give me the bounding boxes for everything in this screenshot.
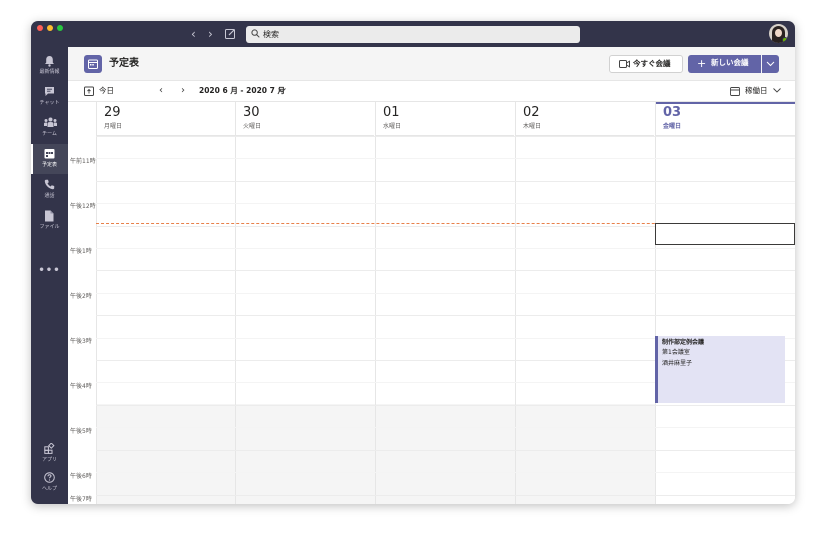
time-label: 午前11時: [70, 158, 96, 165]
calendar-event[interactable]: 制作部定例会議 第1会議室 酒井麻里子: [655, 336, 785, 403]
event-location: 第1会議室: [662, 349, 690, 356]
rail-item-files[interactable]: ファイル: [31, 206, 68, 236]
date-range-picker[interactable]: 2020 6 月 - 2020 7 月: [199, 85, 285, 97]
previous-week-button[interactable]: ‹: [159, 84, 163, 98]
compose-icon[interactable]: [225, 28, 236, 39]
day-column[interactable]: [515, 136, 654, 504]
time-label: 午後5時: [70, 428, 92, 435]
day-header-today[interactable]: 03 金曜日: [655, 102, 795, 136]
calendar-icon: [44, 149, 55, 159]
rail-item-activity[interactable]: 最新情報: [31, 51, 68, 81]
day-header[interactable]: 01 水曜日: [375, 102, 514, 136]
next-week-button[interactable]: ›: [181, 84, 185, 98]
day-column[interactable]: [235, 136, 374, 504]
time-label: 午後6時: [70, 473, 92, 480]
rail-item-chat[interactable]: チャット: [31, 82, 68, 112]
day-column[interactable]: [96, 136, 235, 504]
rail-item-teams[interactable]: チーム: [31, 113, 68, 143]
today-calendar-icon: [84, 86, 94, 96]
search-icon: [251, 29, 260, 38]
plus-icon: +: [697, 57, 707, 70]
rail-item-calls[interactable]: 通話: [31, 175, 68, 205]
bell-icon: [45, 56, 54, 67]
help-icon: [44, 472, 55, 483]
file-icon: [45, 210, 54, 222]
video-camera-icon: [619, 60, 630, 68]
teams-window: ‹ › 検索 最新情報 チャット チーム 予定表 通話 ファイル ••• アプリ…: [31, 21, 795, 504]
time-label: 午後2時: [70, 293, 92, 300]
zoom-window-button[interactable]: [57, 25, 63, 31]
close-window-button[interactable]: [37, 25, 43, 31]
forward-arrow-icon[interactable]: ›: [208, 26, 213, 42]
back-arrow-icon[interactable]: ‹: [191, 26, 196, 42]
rail-item-apps[interactable]: アプリ: [31, 439, 68, 469]
search-placeholder: 検索: [263, 30, 279, 39]
day-header[interactable]: 02 木曜日: [515, 102, 654, 136]
time-label: 午後3時: [70, 338, 92, 345]
calendar-view-icon: [730, 87, 740, 96]
time-label: 午後7時: [70, 496, 92, 503]
time-label: 午後12時: [70, 203, 96, 210]
event-organizer: 酒井麻里子: [662, 360, 693, 367]
presence-status-icon: [782, 37, 788, 43]
chat-icon: [45, 87, 54, 96]
rail-item-help[interactable]: ヘルプ: [31, 468, 68, 498]
calendar-app-icon: [84, 55, 102, 73]
phone-icon: [44, 179, 55, 190]
new-meeting-button[interactable]: + 新しい会議: [688, 55, 761, 73]
meet-now-button[interactable]: 今すぐ会議: [609, 55, 683, 73]
chevron-down-icon[interactable]: [278, 88, 286, 93]
calendar-header: 予定表 今すぐ会議 + 新しい会議: [68, 47, 795, 81]
day-column[interactable]: [655, 136, 794, 504]
day-header[interactable]: 29 月曜日: [96, 102, 235, 136]
chevron-down-icon: [773, 88, 781, 93]
week-grid: 29 月曜日 30 火曜日 01 水曜日 02 木曜日 03 金曜日 午前11時…: [68, 102, 795, 504]
title-bar: ‹ › 検索: [31, 21, 795, 47]
day-header[interactable]: 30 火曜日: [235, 102, 374, 136]
minimize-window-button[interactable]: [47, 25, 53, 31]
time-label: 午後1時: [70, 248, 92, 255]
search-box[interactable]: 検索: [246, 26, 580, 43]
teams-icon: [44, 117, 57, 127]
rail-item-calendar[interactable]: 予定表: [31, 144, 68, 174]
event-title: 制作部定例会議: [662, 339, 705, 346]
new-meeting-dropdown[interactable]: [762, 55, 779, 73]
app-bar: 最新情報 チャット チーム 予定表 通話 ファイル ••• アプリ ヘルプ: [31, 47, 68, 504]
calendar-toolbar: 今日 ‹ › 2020 6 月 - 2020 7 月 稼働日: [68, 81, 795, 102]
page-title: 予定表: [109, 58, 139, 69]
chevron-down-icon: [766, 61, 775, 67]
apps-icon: [44, 443, 55, 454]
selected-time-slot[interactable]: [655, 223, 795, 245]
more-apps-button[interactable]: •••: [31, 265, 68, 276]
day-column[interactable]: [375, 136, 514, 504]
time-label: 午後4時: [70, 383, 92, 390]
user-avatar[interactable]: [769, 24, 788, 43]
